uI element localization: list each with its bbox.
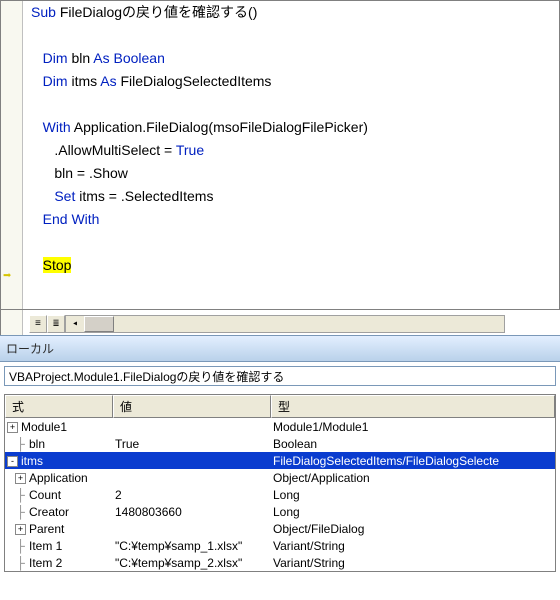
cell-expression: +Application bbox=[5, 470, 113, 486]
context-field[interactable] bbox=[4, 366, 556, 386]
grid-body: +Module1Module1/Module1├blnTrueBoolean-i… bbox=[5, 418, 555, 571]
kw-true: True bbox=[176, 142, 204, 158]
view-mode-b-button[interactable]: ≣ bbox=[47, 315, 65, 333]
table-row[interactable]: -itms FileDialogSelectedItems/FileDialogS… bbox=[5, 452, 555, 469]
var-bln: bln bbox=[68, 50, 94, 66]
locals-grid: 式 値 型 +Module1Module1/Module1├blnTrueBoo… bbox=[4, 394, 556, 572]
expr-label: Module1 bbox=[21, 420, 67, 434]
cell-type: Module1/Module1 bbox=[271, 419, 555, 435]
cell-value bbox=[113, 460, 271, 462]
kw-dim: Dim bbox=[43, 73, 68, 89]
cell-expression: +Module1 bbox=[5, 419, 113, 435]
cell-type: Boolean bbox=[271, 436, 555, 452]
collapse-icon[interactable]: - bbox=[7, 456, 18, 467]
table-row[interactable]: ├Item 1"C:¥temp¥samp_1.xlsx"Variant/Stri… bbox=[5, 537, 555, 554]
cell-type: Variant/String bbox=[271, 538, 555, 554]
tree-line-icon: ├ bbox=[15, 505, 26, 519]
expand-icon[interactable]: + bbox=[15, 524, 26, 535]
cell-expression: ├Count bbox=[5, 487, 113, 503]
cell-expression: ├bln bbox=[5, 436, 113, 452]
cell-value bbox=[113, 477, 271, 479]
header-type[interactable]: 型 bbox=[271, 395, 555, 418]
kw-set: Set bbox=[54, 188, 75, 204]
view-mode-a-button[interactable]: ≡ bbox=[29, 315, 47, 333]
horizontal-scrollbar[interactable]: ◂ bbox=[65, 315, 505, 333]
table-row[interactable]: ├blnTrueBoolean bbox=[5, 435, 555, 452]
tree-line-icon: ├ bbox=[15, 437, 26, 451]
cell-type: Variant/String bbox=[271, 555, 555, 571]
code-content[interactable]: Sub FileDialogの戻り値を確認する() Dim bln As Boo… bbox=[1, 0, 560, 310]
context-bar bbox=[0, 362, 560, 390]
cell-type: Long bbox=[271, 487, 555, 503]
cell-type: Object/Application bbox=[271, 470, 555, 486]
expr-label: bln bbox=[29, 437, 45, 451]
tree-line-icon: ├ bbox=[15, 488, 26, 502]
cell-expression: ├Creator bbox=[5, 504, 113, 520]
locals-panel-title: ローカル bbox=[0, 335, 560, 362]
table-row[interactable]: +Parent Object/FileDialog bbox=[5, 520, 555, 537]
table-row[interactable]: +Application Object/Application bbox=[5, 469, 555, 486]
cell-value: 1480803660 bbox=[113, 504, 271, 520]
tree-line-icon: ├ bbox=[15, 556, 26, 570]
var-itms: itms bbox=[68, 73, 101, 89]
expr-label: Parent bbox=[29, 522, 64, 536]
table-row[interactable]: ├Count2Long bbox=[5, 486, 555, 503]
expr-label: itms bbox=[21, 454, 43, 468]
expand-icon[interactable]: + bbox=[15, 473, 26, 484]
code-line: .AllowMultiSelect = bbox=[54, 142, 176, 158]
table-row[interactable]: +Module1 Module1/Module1 bbox=[5, 418, 555, 435]
kw-with: With bbox=[43, 119, 71, 135]
cell-value: "C:¥temp¥samp_2.xlsx" bbox=[113, 555, 271, 571]
cell-type: Long bbox=[271, 504, 555, 520]
sub-name: FileDialogの戻り値を確認する() bbox=[60, 4, 258, 20]
cell-type: FileDialogSelectedItems/FileDialogSelect… bbox=[271, 453, 555, 469]
expand-icon[interactable]: + bbox=[7, 422, 18, 433]
cell-value bbox=[113, 528, 271, 530]
cell-type: Object/FileDialog bbox=[271, 521, 555, 537]
scroll-thumb[interactable] bbox=[84, 316, 114, 332]
code-line: itms = .SelectedItems bbox=[75, 188, 213, 204]
code-footer-toolbar: ≡ ≣ ◂ bbox=[29, 315, 505, 333]
expr-label: Item 2 bbox=[29, 556, 62, 570]
cell-value bbox=[113, 426, 271, 428]
kw-as: As bbox=[100, 73, 116, 89]
expr-label: Application bbox=[29, 471, 88, 485]
cell-expression: ├Item 2 bbox=[5, 555, 113, 571]
kw-sub: Sub bbox=[31, 4, 56, 20]
table-row[interactable]: ├Item 2"C:¥temp¥samp_2.xlsx"Variant/Stri… bbox=[5, 554, 555, 571]
cell-expression: ├Item 1 bbox=[5, 538, 113, 554]
header-expression[interactable]: 式 bbox=[5, 395, 113, 418]
expr-label: Creator bbox=[29, 505, 69, 519]
cell-value: 2 bbox=[113, 487, 271, 503]
expr-label: Item 1 bbox=[29, 539, 62, 553]
scroll-left-icon[interactable]: ◂ bbox=[66, 316, 84, 332]
tree-line-icon: ├ bbox=[15, 539, 26, 553]
kw-dim: Dim bbox=[43, 50, 68, 66]
code-line: bln = .Show bbox=[54, 165, 128, 181]
with-expr: Application.FileDialog(msoFileDialogFile… bbox=[71, 119, 368, 135]
expr-label: Count bbox=[29, 488, 61, 502]
type-fdsi: FileDialogSelectedItems bbox=[117, 73, 272, 89]
cell-value: "C:¥temp¥samp_1.xlsx" bbox=[113, 538, 271, 554]
kw-end-with: End With bbox=[43, 211, 100, 227]
code-pane: ➡ Sub FileDialogの戻り値を確認する() Dim bln As B… bbox=[0, 0, 560, 335]
cell-value: True bbox=[113, 436, 271, 452]
cell-expression: -itms bbox=[5, 453, 113, 469]
kw-as-boolean: As Boolean bbox=[93, 50, 165, 66]
breakpoint-stop: Stop bbox=[43, 257, 72, 273]
header-value[interactable]: 値 bbox=[113, 395, 271, 418]
cell-expression: +Parent bbox=[5, 521, 113, 537]
table-row[interactable]: ├Creator1480803660Long bbox=[5, 503, 555, 520]
grid-header: 式 値 型 bbox=[5, 395, 555, 418]
